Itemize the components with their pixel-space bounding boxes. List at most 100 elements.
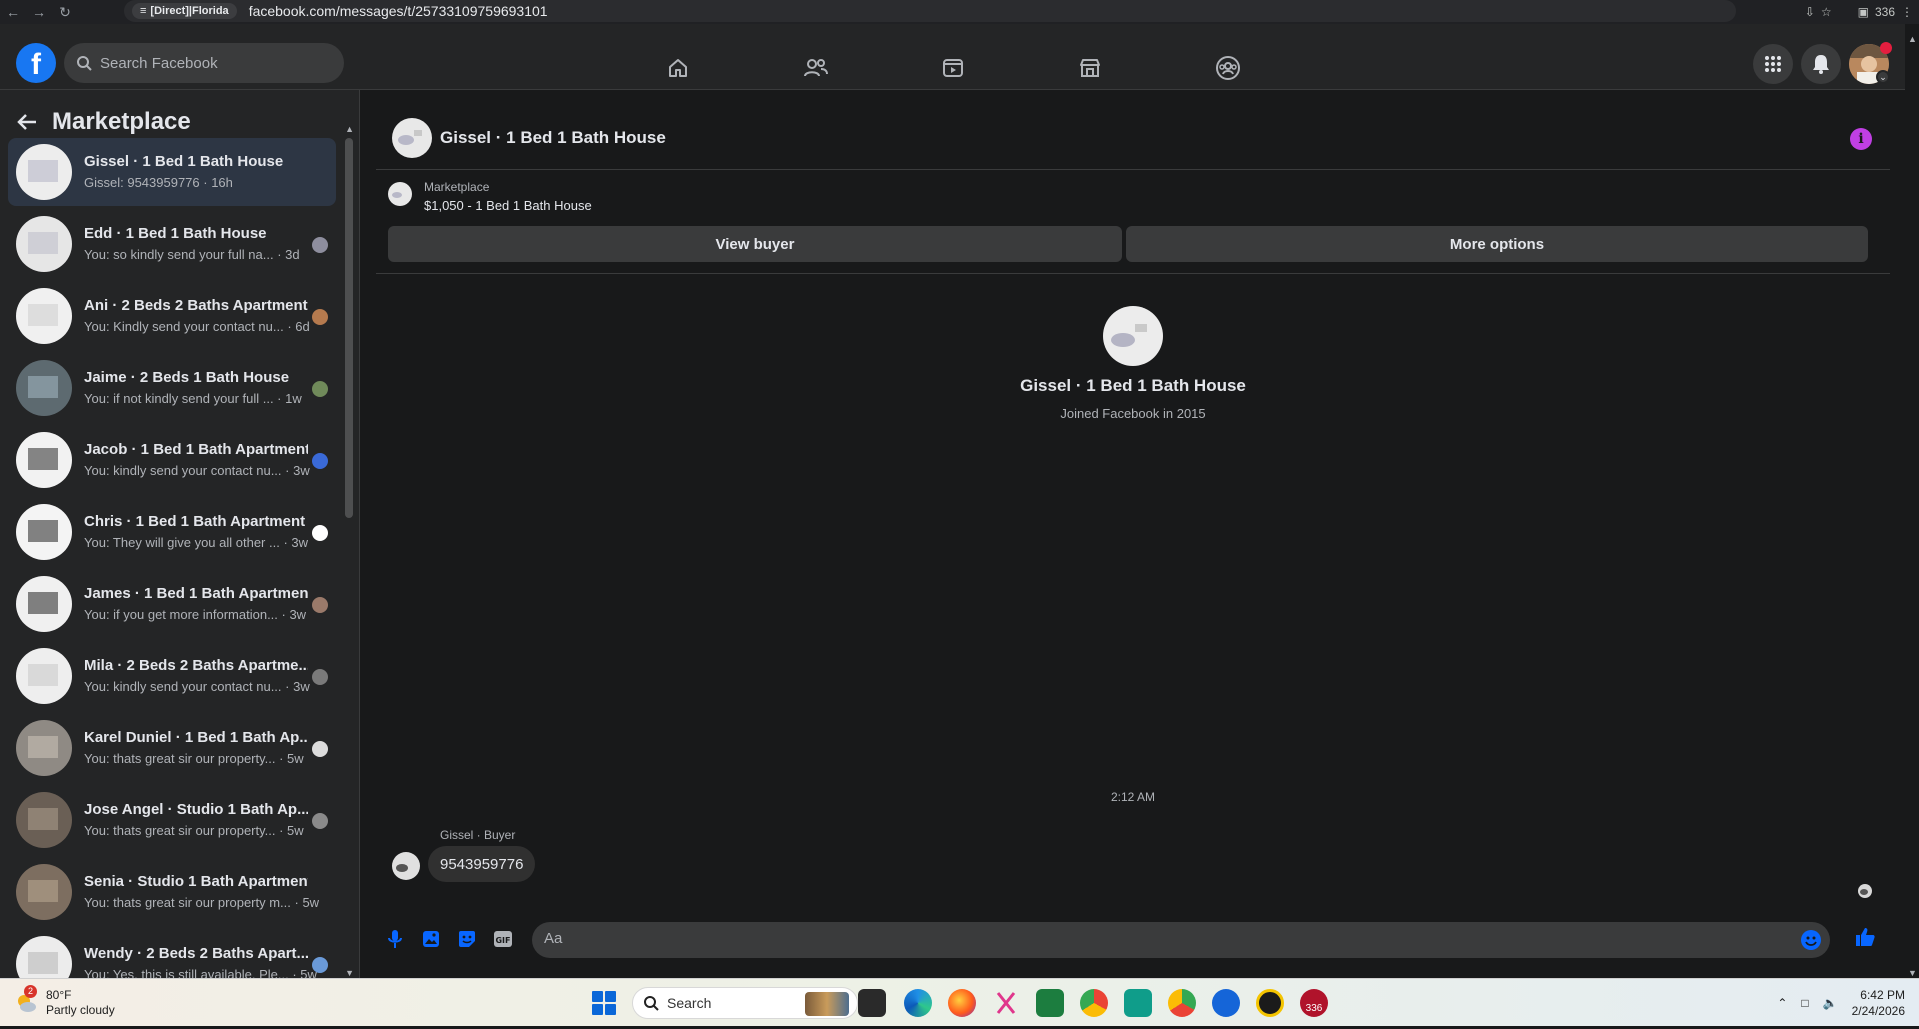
listing-title[interactable]: $1,050 - 1 Bed 1 Bath House <box>424 198 592 213</box>
conversation-item[interactable]: Gissel · 1 Bed 1 Bath House Gissel: 95439… <box>8 138 336 206</box>
conversation-avatar <box>16 288 72 344</box>
clock[interactable]: 6:42 PM 2/24/2026 <box>1852 987 1905 1019</box>
info-icon[interactable]: i <box>1850 128 1872 150</box>
conversation-item[interactable]: Jaime · 2 Beds 1 Bath House You: if not k… <box>8 354 336 422</box>
conversation-name: Ani · 2 Beds 2 Baths Apartment <box>84 297 308 314</box>
conversation-snippet: You: so kindly send your full na... · 3d <box>84 247 300 262</box>
sidebar-scrollbar[interactable] <box>345 138 353 518</box>
weather-widget[interactable]: 2 80°F Partly cloudy <box>14 985 115 1021</box>
svg-text:GIF: GIF <box>495 936 510 945</box>
seen-avatar-mini <box>312 741 328 757</box>
conversation-item[interactable]: Chris · 1 Bed 1 Bath Apartment You: They … <box>8 498 336 566</box>
edge-app-icon[interactable] <box>904 989 932 1017</box>
search-icon <box>77 56 92 71</box>
sticker-icon[interactable] <box>456 928 478 950</box>
network-icon[interactable]: □ <box>1801 996 1808 1010</box>
conversation-name: Mila · 2 Beds 2 Baths Apartme... <box>84 657 308 674</box>
conversation-item[interactable]: Karel Duniel · 1 Bed 1 Bath Ap... You: th… <box>8 714 336 782</box>
conversation-item[interactable]: Jose Angel · Studio 1 Bath Ap... You: tha… <box>8 786 336 854</box>
gif-icon[interactable]: GIF <box>492 928 514 950</box>
chat-header: Gissel · 1 Bed 1 Bath House i <box>376 106 1890 170</box>
chrome-profile-app-icon[interactable] <box>1168 989 1196 1017</box>
forward-icon[interactable]: → <box>26 0 52 24</box>
swift-app-icon[interactable] <box>1124 989 1152 1017</box>
facebook-logo[interactable]: f <box>16 43 56 83</box>
scroll-down-icon[interactable]: ▼ <box>345 968 354 978</box>
badge-app-icon[interactable]: 336 <box>1300 989 1328 1017</box>
bookmark-star-icon[interactable]: ☆ <box>1821 5 1832 19</box>
conversation-item[interactable]: Edd · 1 Bed 1 Bath House You: so kindly s… <box>8 210 336 278</box>
conversation-name: Jacob · 1 Bed 1 Bath Apartment <box>84 441 308 458</box>
conversation-avatar <box>16 216 72 272</box>
message-input-field[interactable] <box>532 922 1830 958</box>
volume-icon[interactable]: 🔈 <box>1823 996 1838 1010</box>
site-info-chip[interactable]: ≡ [Direct]|Florida <box>132 3 237 19</box>
taskbar-search-label: Search <box>667 995 712 1011</box>
account-chevron-icon[interactable]: ⌄ <box>1876 70 1890 84</box>
sender-avatar[interactable] <box>392 852 420 880</box>
friends-icon[interactable] <box>796 48 836 88</box>
conversation-item[interactable]: Ani · 2 Beds 2 Baths Apartment You: Kindl… <box>8 282 336 350</box>
install-icon[interactable]: ⇩ <box>1805 5 1815 19</box>
seen-avatar-mini <box>312 309 328 325</box>
profile-avatar[interactable] <box>1103 306 1163 366</box>
tune-icon: ≡ <box>140 5 147 17</box>
message-composer: GIF <box>376 912 1890 964</box>
message-sender: Gissel · Buyer <box>440 828 516 842</box>
page-scroll-down-icon[interactable]: ▼ <box>1908 968 1917 978</box>
conversation-item[interactable]: Senia · Studio 1 Bath Apartment You: that… <box>8 858 336 926</box>
chat-title[interactable]: Gissel · 1 Bed 1 Bath House <box>440 128 666 148</box>
menu-kebab-icon[interactable]: ⋮ <box>1901 5 1913 19</box>
conversation-item[interactable]: Mila · 2 Beds 2 Baths Apartme... You: kin… <box>8 642 336 710</box>
windows-start-icon[interactable] <box>592 991 616 1015</box>
message-input[interactable] <box>544 930 1774 947</box>
conversation-snippet: You: thats great sir our property m... ·… <box>84 895 320 910</box>
taskbar-search[interactable]: Search <box>632 987 858 1019</box>
view-buyer-button[interactable]: View buyer <box>388 226 1122 262</box>
url-text: facebook.com/messages/t/2573310975969310… <box>248 3 548 19</box>
conversation-snippet: Gissel: 9543959776 · 16h <box>84 175 233 190</box>
video-icon[interactable] <box>933 48 973 88</box>
photo-icon[interactable] <box>420 928 442 950</box>
menu-grid-icon[interactable] <box>1753 44 1793 84</box>
reload-icon[interactable]: ↻ <box>52 0 78 24</box>
chrome-app-icon[interactable] <box>1080 989 1108 1017</box>
firefox-app-icon[interactable] <box>948 989 976 1017</box>
search-box[interactable] <box>64 43 344 83</box>
x-app-icon[interactable] <box>1256 989 1284 1017</box>
conversation-item[interactable]: James · 1 Bed 1 Bath Apartment You: if yo… <box>8 570 336 638</box>
more-options-button[interactable]: More options <box>1126 226 1868 262</box>
extension-counter[interactable]: 336 <box>1875 5 1895 19</box>
like-thumbs-up-icon[interactable] <box>1854 926 1876 948</box>
marketplace-icon[interactable] <box>1070 48 1110 88</box>
conversation-item[interactable]: Wendy · 2 Beds 2 Baths Apart... You: Yes,… <box>8 930 336 978</box>
emoji-icon[interactable] <box>1800 929 1822 956</box>
notifications-bell-icon[interactable] <box>1801 44 1841 84</box>
browser-app-icon[interactable] <box>1212 989 1240 1017</box>
notification-dot <box>1880 42 1892 54</box>
conversation-avatar <box>16 792 72 848</box>
conversation-item[interactable]: Jacob · 1 Bed 1 Bath Apartment You: kindl… <box>8 426 336 494</box>
tray-chevron-icon[interactable]: ⌃ <box>1777 996 1787 1010</box>
home-icon[interactable] <box>658 48 698 88</box>
seen-avatar-mini <box>312 597 328 613</box>
back-arrow-icon[interactable] <box>16 111 38 133</box>
back-icon[interactable]: ← <box>0 0 26 24</box>
microphone-icon[interactable] <box>384 928 406 950</box>
search-input[interactable] <box>100 54 320 72</box>
snipping-tool-app-icon[interactable] <box>992 989 1020 1017</box>
page-scrollbar[interactable]: ▲ ▼ <box>1905 24 1919 978</box>
clock-time: 6:42 PM <box>1860 988 1905 1002</box>
weather-icon: 2 <box>14 985 38 1015</box>
scroll-up-icon[interactable]: ▲ <box>345 124 354 134</box>
tab-search-icon[interactable]: ▣ <box>1858 5 1869 19</box>
conversation-name: Karel Duniel · 1 Bed 1 Bath Ap... <box>84 729 308 746</box>
chat-avatar[interactable] <box>392 118 432 158</box>
file-explorer-app-icon[interactable] <box>858 989 886 1017</box>
address-bar[interactable]: ≡ [Direct]|Florida facebook.com/messages… <box>124 0 1736 22</box>
listing-thumbnail[interactable] <box>388 182 412 206</box>
groups-icon[interactable] <box>1208 48 1248 88</box>
chart-app-icon[interactable] <box>1036 989 1064 1017</box>
page-scroll-up-icon[interactable]: ▲ <box>1908 34 1917 44</box>
message-bubble[interactable]: 9543959776 <box>428 846 536 882</box>
